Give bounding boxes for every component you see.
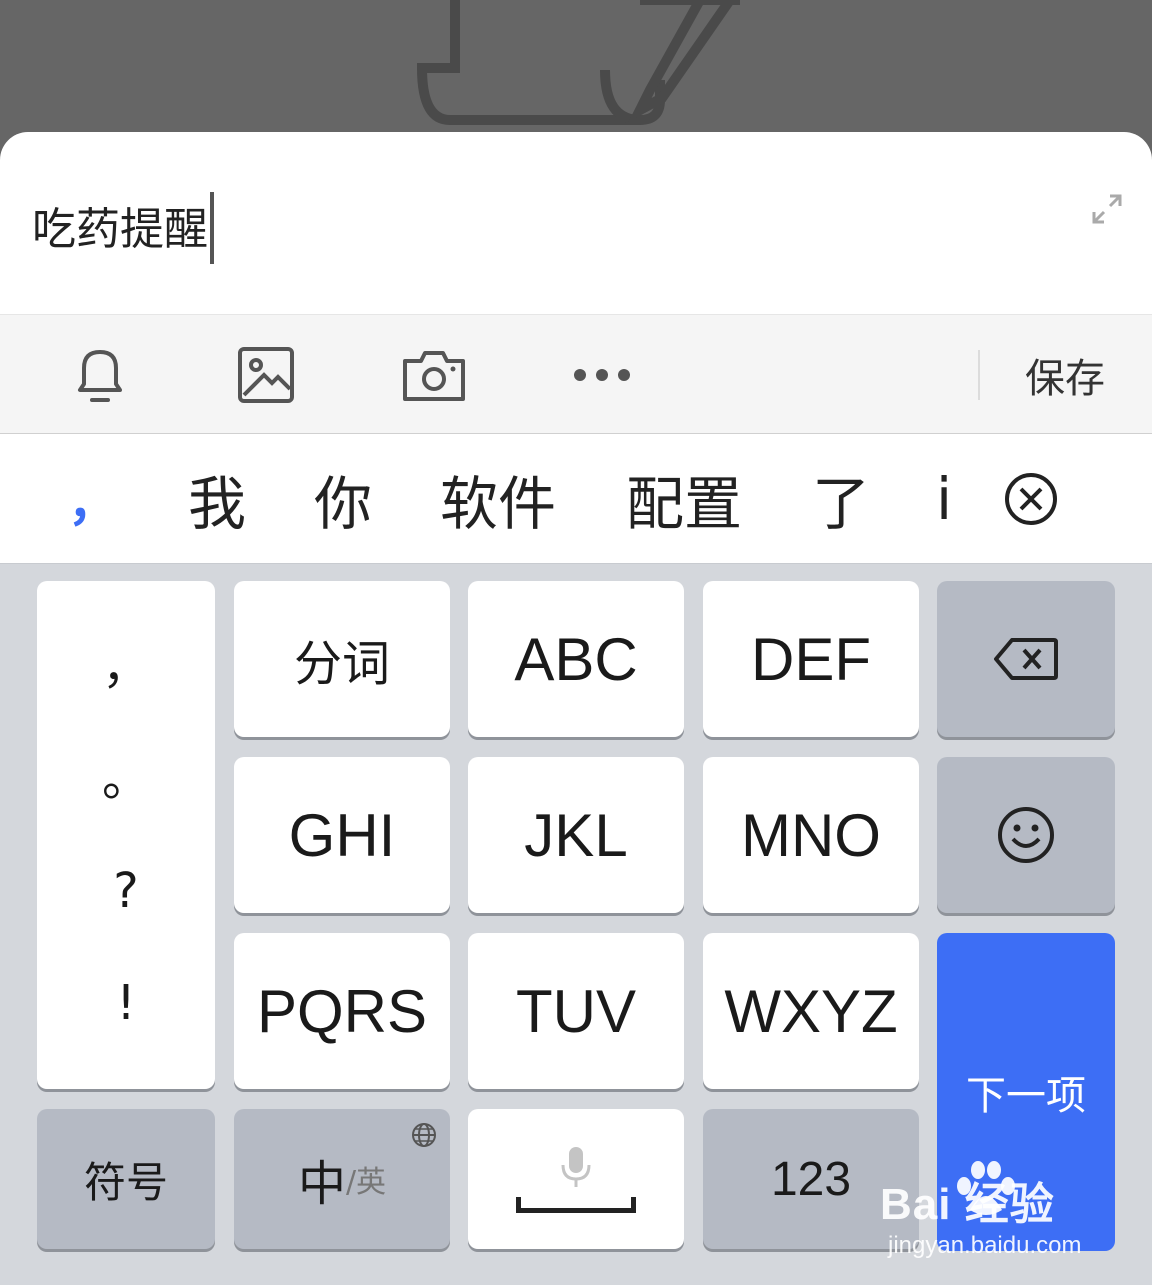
key-label: 中: [297, 1156, 346, 1212]
text-caret: [210, 192, 214, 264]
language-toggle-key[interactable]: 中/英: [234, 1109, 450, 1249]
close-candidates-icon[interactable]: [1002, 470, 1060, 528]
wxyz-key[interactable]: WXYZ: [703, 933, 919, 1089]
expand-icon[interactable]: [1090, 192, 1124, 226]
abc-key[interactable]: ABC: [468, 581, 684, 737]
mno-key[interactable]: MNO: [703, 757, 919, 913]
punct-question-key[interactable]: ?: [113, 861, 138, 921]
image-icon: [238, 347, 294, 403]
toolbar-divider: [978, 350, 980, 400]
candidate-item[interactable]: 软件: [440, 434, 556, 564]
key-label: WXYZ: [724, 977, 898, 1045]
key-label: 符号: [83, 1157, 168, 1207]
globe-icon: [412, 1123, 436, 1147]
punct-comma-key[interactable]: ，: [102, 637, 150, 697]
punct-period-key[interactable]: 。: [102, 749, 150, 809]
candidate-item[interactable]: ，: [68, 434, 118, 564]
note-input[interactable]: 吃药提醒: [32, 192, 214, 268]
def-key[interactable]: DEF: [703, 581, 919, 737]
candidate-item[interactable]: 了: [812, 434, 870, 564]
pqrs-key[interactable]: PQRS: [234, 933, 450, 1089]
jkl-key[interactable]: JKL: [468, 757, 684, 913]
camera-button[interactable]: [394, 315, 474, 435]
punctuation-key-column[interactable]: ， 。 ? !: [37, 581, 215, 1089]
editor-toolbar: 保存: [0, 314, 1152, 434]
key-label: ABC: [514, 625, 638, 693]
camera-icon: [403, 351, 465, 401]
key-label: TUV: [516, 977, 636, 1045]
key-label: PQRS: [256, 977, 428, 1045]
ghi-key[interactable]: GHI: [234, 757, 450, 913]
watermark-url: jingyan.baidu.com: [888, 1232, 1082, 1259]
candidate-item[interactable]: 配置: [626, 434, 742, 564]
backspace-icon: [994, 638, 1058, 680]
candidate-item[interactable]: i: [936, 434, 954, 564]
key-label: 分词: [293, 636, 390, 692]
microphone-icon: [561, 1147, 591, 1187]
key-sublabel: /英: [345, 1165, 387, 1200]
save-button[interactable]: 保存: [1000, 315, 1130, 435]
smiley-icon: [998, 807, 1054, 863]
reminder-button[interactable]: [60, 315, 140, 435]
key-label: 下一项: [966, 1073, 1086, 1119]
candidate-item[interactable]: 我: [188, 434, 246, 564]
more-dots-icon: [574, 369, 630, 381]
symbols-key[interactable]: 符号: [37, 1109, 215, 1249]
fenci-key[interactable]: 分词: [234, 581, 450, 737]
emoji-key[interactable]: [937, 757, 1115, 913]
note-text: 吃药提醒: [32, 204, 208, 255]
space-key[interactable]: [468, 1109, 684, 1249]
note-illustration-icon: [416, 0, 740, 125]
key-label: JKL: [524, 801, 628, 869]
image-button[interactable]: [226, 315, 306, 435]
baidu-jingyan-watermark: Bai 经验 jingyan.baidu.com: [880, 1161, 1130, 1268]
punct-exclaim-key[interactable]: !: [116, 973, 135, 1033]
key-label: 123: [770, 1152, 852, 1206]
tuv-key[interactable]: TUV: [468, 933, 684, 1089]
backspace-key[interactable]: [937, 581, 1115, 737]
candidate-item[interactable]: 你: [314, 434, 372, 564]
bell-icon: [78, 350, 122, 402]
key-label: DEF: [751, 625, 871, 693]
candidate-bar: ， 我 你 软件 配置 了 i: [0, 434, 1152, 564]
key-label: GHI: [288, 801, 396, 869]
more-button[interactable]: [562, 315, 642, 435]
spacebar-icon: [516, 1197, 636, 1213]
key-label: MNO: [741, 801, 881, 869]
paw-logo-icon: [957, 1161, 1015, 1215]
